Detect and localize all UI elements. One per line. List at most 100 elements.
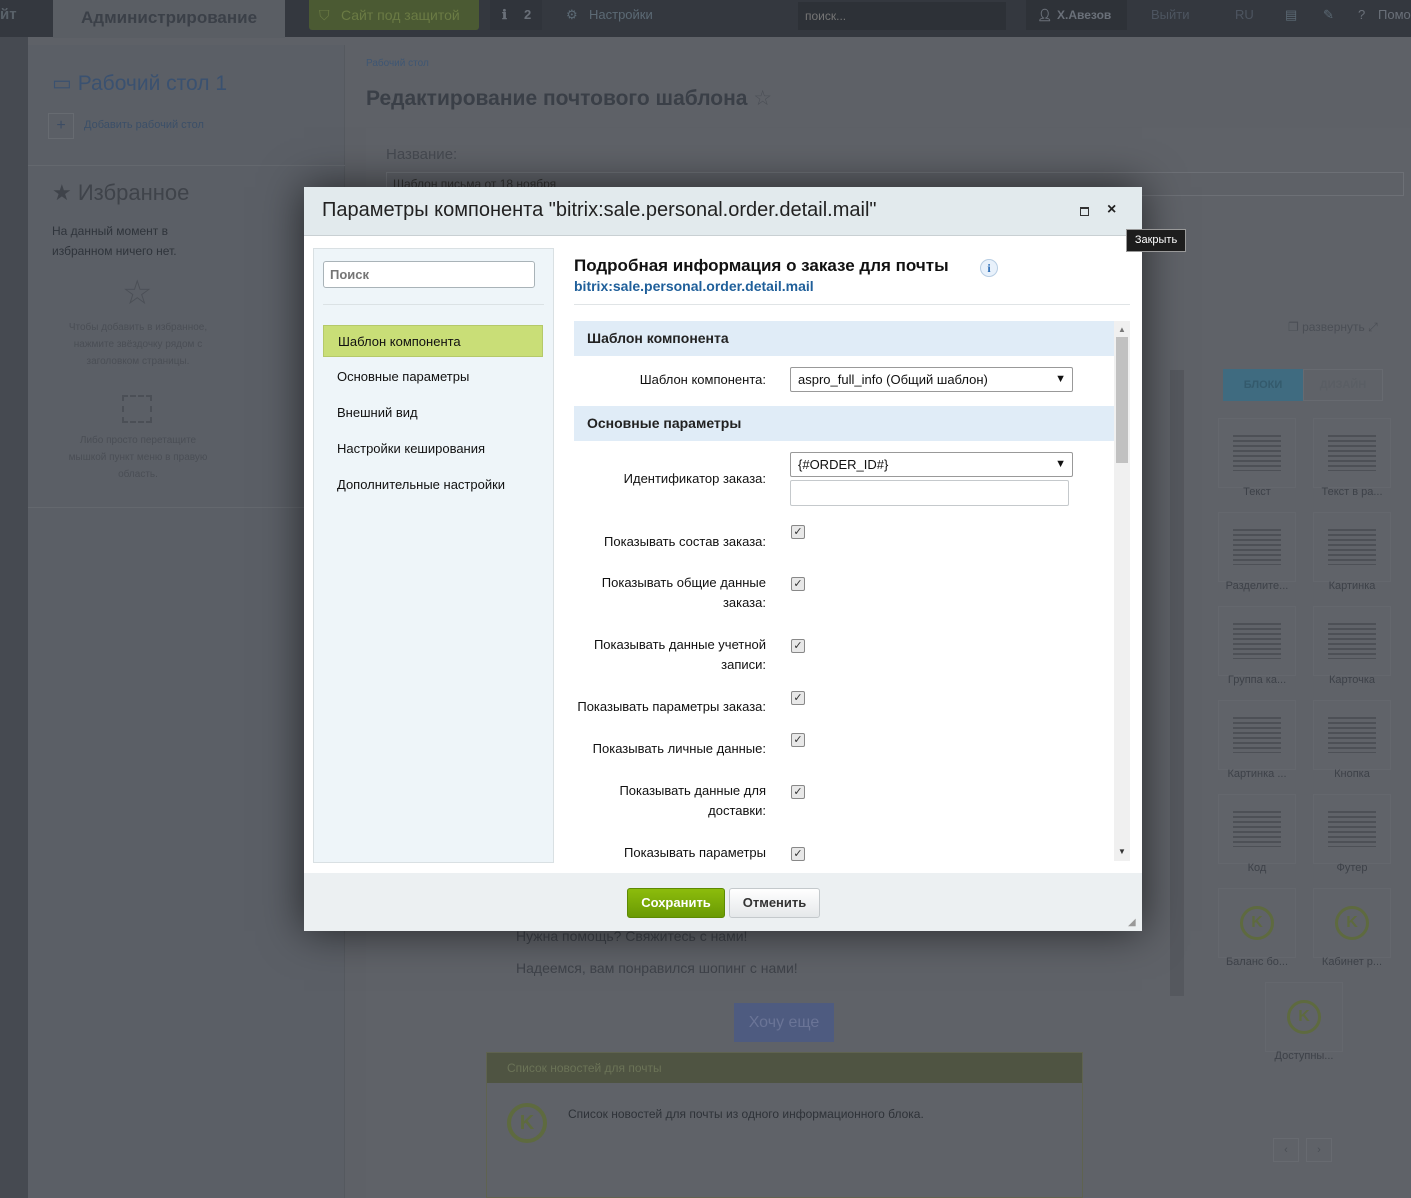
notif-count: 2 [524,7,532,22]
block-tile-label: Кнопка [1334,768,1370,780]
news-block[interactable]: Список новостей для почты K Список новос… [486,1052,1083,1198]
block-tile[interactable] [1313,512,1391,582]
top-search-input[interactable] [798,2,1006,30]
calendar-icon[interactable]: ▤ [1285,0,1297,37]
cancel-button[interactable]: Отменить [729,888,820,918]
desktop-title[interactable]: ▭ Рабочий стол 1 [52,71,227,96]
template-select[interactable]: aspro_full_info (Общий шаблон) ▼ [790,367,1073,392]
params-scroll-area: Шаблон компонента Шаблон компонента: asp… [574,321,1130,861]
param-checkbox[interactable]: ✓ [791,525,805,539]
block-tile-label: Текст [1243,486,1271,498]
block-tile-label: Кабинет р... [1321,956,1383,968]
divider [574,304,1130,305]
nav-item-template[interactable]: Шаблон компонента [323,325,543,357]
notifications-button[interactable]: ℹ2 [490,0,542,30]
block-tile[interactable]: K [1313,888,1391,958]
help-icon[interactable]: ? [1358,0,1365,37]
maximize-icon[interactable] [1080,207,1089,216]
block-tile[interactable]: K [1265,982,1343,1052]
favorites-hint: Чтобы добавить в избранное, нажмите звёз… [68,322,208,367]
add-desktop-button[interactable]: + [48,113,74,139]
left-panel: ▭ Рабочий стол 1 + Добавить рабочий стол… [28,45,345,1198]
component-k-icon: K [1240,906,1274,940]
site-tab-fragment[interactable]: йт [0,0,17,37]
block-preview-icon [1328,529,1376,565]
page-title-text: Редактирование почтового шаблона [366,87,748,110]
close-tooltip: Закрыть [1126,229,1186,252]
favorites-title: ★ Избранное [52,180,190,205]
param-checkbox[interactable]: ✓ [791,785,805,799]
close-icon[interactable]: × [1107,201,1116,219]
admin-tab[interactable]: Администрирование [53,0,285,38]
divider [323,304,544,305]
breadcrumb[interactable]: Рабочий стол [366,58,429,69]
info-icon[interactable]: i [980,259,998,277]
scroll-down-icon[interactable]: ▼ [1118,847,1126,856]
drag-hint: Либо просто перетащите мышкой пункт меню… [68,435,208,480]
params-search-input[interactable] [323,261,535,288]
pin-icon[interactable]: ✎ [1323,0,1334,37]
nav-item-cache[interactable]: Настройки кеширования [323,433,543,465]
help-link[interactable]: Помо [1378,0,1411,37]
block-tile[interactable] [1313,700,1391,770]
user-button[interactable]: 👤︎ Х.Авезов [1026,0,1127,30]
block-tile[interactable] [1313,418,1391,488]
param-checkbox[interactable]: ✓ [791,733,805,747]
settings-icon: ⚙ [566,7,578,22]
scroll-up-icon[interactable]: ▲ [1118,325,1126,334]
tab-design[interactable]: ДИЗАЙН [1303,369,1383,401]
block-preview-icon [1328,811,1376,847]
order-id-select[interactable]: {#ORDER_ID#} ▼ [790,452,1073,477]
tab-blocks[interactable]: БЛОКИ [1223,369,1303,401]
component-k-icon: K [1335,906,1369,940]
expand-link[interactable]: ❐ развернуть ⤢ [1288,320,1378,335]
left-menu-strip[interactable] [0,37,28,1198]
order-id-input[interactable] [790,480,1069,506]
section-basic: Основные параметры [574,406,1114,441]
block-tile[interactable]: K [1218,888,1296,958]
expand-label: развернуть [1302,320,1365,334]
settings-link[interactable]: Настройки [589,0,653,37]
param-checkbox[interactable]: ✓ [791,639,805,653]
save-button[interactable]: Сохранить [627,888,725,918]
block-tile[interactable] [1218,700,1296,770]
param-checkbox[interactable]: ✓ [791,691,805,705]
logout-link[interactable]: Выйти [1151,0,1190,37]
add-desktop-link[interactable]: Добавить рабочий стол [84,119,204,131]
nav-item-appearance[interactable]: Внешний вид [323,397,543,429]
section-template: Шаблон компонента [574,321,1114,356]
thanks-text: Надеемся, вам понравился шопинг с нами! [516,960,798,976]
block-tile[interactable] [1313,794,1391,864]
name-label: Название: [386,146,458,163]
site-secure-button[interactable]: ⛉ Сайт под защитой [309,0,479,30]
resize-handle[interactable]: ◢ [1128,917,1136,928]
block-tile[interactable] [1313,606,1391,676]
block-preview-icon [1328,435,1376,471]
block-tile[interactable] [1218,606,1296,676]
block-preview-icon [1233,435,1281,471]
shield-icon: ⛉ [319,7,330,23]
param-checkbox[interactable]: ✓ [791,577,805,591]
scrollbar-thumb[interactable] [1116,337,1128,463]
editor-scrollbar[interactable] [1170,370,1184,996]
prev-button[interactable]: ‹ [1273,1138,1299,1162]
block-preview-icon [1233,623,1281,659]
language-select[interactable]: RU [1235,0,1254,37]
dialog-title: Параметры компонента "bitrix:sale.person… [322,199,877,221]
next-button[interactable]: › [1306,1138,1332,1162]
block-tile[interactable] [1218,418,1296,488]
want-more-button[interactable]: Хочу еще [734,1003,834,1042]
block-tile[interactable] [1218,794,1296,864]
dialog-header[interactable]: Параметры компонента "bitrix:sale.person… [304,187,1142,236]
params-nav: Шаблон компонента Основные параметры Вне… [313,248,554,863]
component-k-icon: K [507,1103,547,1143]
nav-item-additional[interactable]: Дополнительные настройки [323,469,543,501]
star-icon[interactable]: ☆ [753,87,772,110]
nav-item-basic[interactable]: Основные параметры [323,361,543,393]
block-tile[interactable] [1218,512,1296,582]
param-label: Показывать общие данные заказа: [601,575,766,610]
block-preview-icon [1233,529,1281,565]
param-label: Показывать данные для доставки: [619,783,766,818]
param-checkbox[interactable]: ✓ [791,847,805,861]
template-label: Шаблон компонента: [639,372,766,387]
